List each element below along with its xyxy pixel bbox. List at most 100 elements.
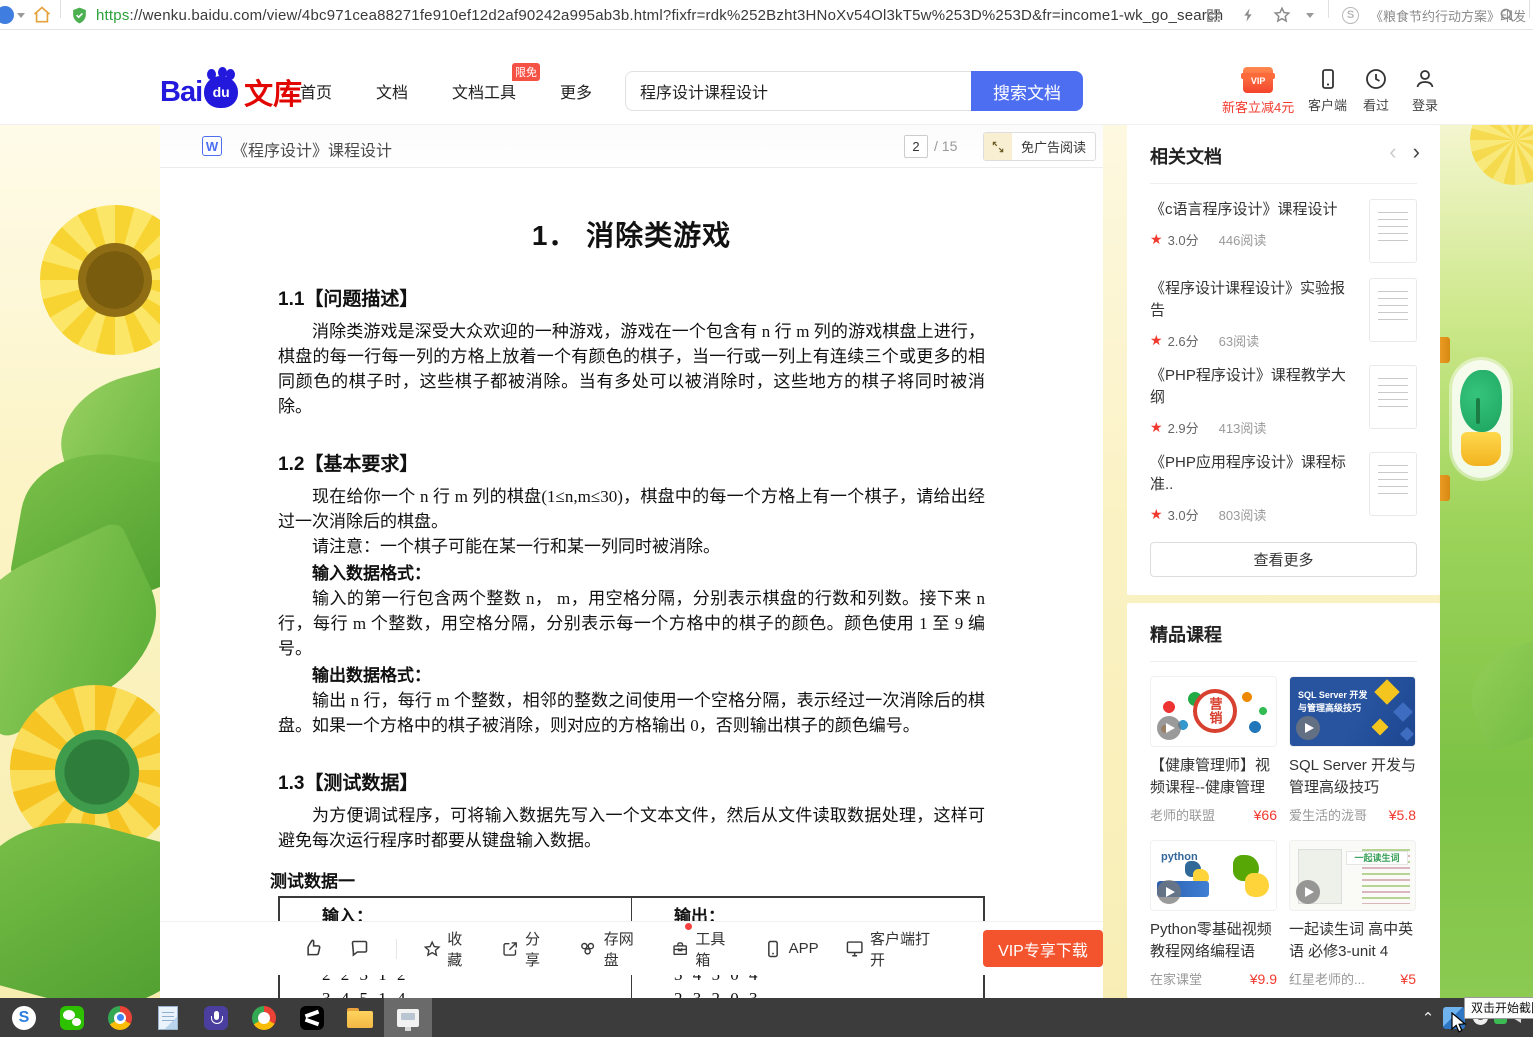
course-card[interactable]: 营销 【健康管理师】视频课程--健康管理概论 老师的联盟 ¥66 (1150, 676, 1277, 824)
nav-more[interactable]: 更多 (560, 79, 592, 103)
nav-home[interactable]: 首页 (300, 79, 332, 103)
divider (1529, 0, 1530, 18)
rating-star-icon: ★ (1150, 506, 1163, 523)
nav-doc-tools[interactable]: 文档工具 限免 (452, 79, 516, 103)
baidu-paw-icon: du (204, 76, 238, 108)
doc-paragraph: 输出 n 行，每行 m 个整数，相邻的整数之间使用一个空格分隔，表示经过一次消除… (278, 688, 985, 738)
view-more-button[interactable]: 查看更多 (1150, 542, 1417, 577)
taskbar-voice-app[interactable] (192, 998, 240, 1037)
chevron-right-icon[interactable]: › (1413, 139, 1420, 164)
search-input[interactable] (625, 71, 971, 111)
tab-caret-icon[interactable] (17, 0, 25, 30)
star-icon (423, 939, 441, 959)
taskbar-file-explorer[interactable] (336, 998, 384, 1037)
related-doc-item[interactable]: 《c语言程序设计》课程设计 ★ 3.0分 446阅读 (1150, 199, 1417, 263)
page-number-input[interactable]: 2 (904, 135, 928, 158)
doc-section-1-1: 1.1【问题描述】 (278, 284, 985, 311)
course-card[interactable]: python Python零基础视频教程网络编程语言... 在家课堂 ¥9.9 (1150, 840, 1277, 988)
notepad-icon (158, 1006, 178, 1030)
divider (1150, 661, 1417, 662)
capcut-icon (300, 1006, 324, 1030)
search-magnifier-icon[interactable] (1498, 0, 1516, 30)
course-thumbnail-python: python (1150, 840, 1277, 911)
pipe-illustration (1440, 337, 1450, 363)
like-button[interactable] (302, 938, 323, 959)
doc-search: 搜索文档 (625, 71, 1083, 111)
bookmark-star-icon[interactable] (1273, 0, 1291, 30)
search-button[interactable]: 搜索文档 (971, 71, 1083, 111)
browser-icon (252, 1006, 276, 1030)
course-card[interactable]: 一起读生词 一起读生词 高中英语 必修3-unit 4 红星老师的... ¥5 (1289, 840, 1416, 988)
taskbar-wechat[interactable] (48, 998, 96, 1037)
vip-download-button[interactable]: VIP专享下载 (983, 930, 1103, 967)
chevron-left-icon[interactable]: ‹ (1389, 139, 1396, 164)
history-entry[interactable]: 看过 (1363, 67, 1389, 114)
taskbar-capcut[interactable] (288, 998, 336, 1037)
document-toolbar: 收藏 分享 存网盘 工具箱 APP 客户端打开 VIP专享下载 (160, 921, 1103, 975)
tray-chevron-up-icon[interactable]: ⌃ (1413, 1009, 1443, 1027)
taskbar-chrome[interactable] (96, 998, 144, 1037)
price: ¥66 (1254, 807, 1277, 823)
doc-thumbnail (1369, 278, 1417, 342)
login-entry[interactable]: 登录 (1412, 67, 1438, 114)
save-to-netdisk-button[interactable]: 存网盘 (578, 928, 645, 970)
taskbar-notepad[interactable] (144, 998, 192, 1037)
toolbox-button[interactable]: 工具箱 (671, 928, 737, 970)
document-page[interactable]: 1． 消除类游戏 1.1【问题描述】 消除类游戏是深受大众欢迎的一种游戏，游戏在… (160, 168, 1103, 998)
left-skin-illustration[interactable] (0, 125, 160, 998)
login-label: 登录 (1412, 95, 1438, 114)
doc-heading-1: 1． 消除类游戏 (278, 214, 985, 254)
comment-button[interactable] (349, 938, 370, 959)
play-icon (1157, 880, 1181, 904)
taskbar-browser-2[interactable] (240, 998, 288, 1037)
related-doc-item[interactable]: 《程序设计课程设计》实验报告 ★ 2.6分 63阅读 (1150, 278, 1417, 350)
related-doc-item[interactable]: 《PHP程序设计》课程教学大纲 ★ 2.9分 413阅读 (1150, 365, 1417, 437)
sogou-icon: S (12, 1006, 36, 1030)
new-user-promo[interactable]: VIP 新客立减4元 (1222, 67, 1294, 116)
tab-favicon (0, 0, 16, 30)
main-nav: 首页 文档 文档工具 限免 更多 (300, 79, 592, 103)
page-total: / 15 (934, 138, 957, 154)
taskbar-sogou-browser[interactable]: S (0, 998, 48, 1037)
price: ¥9.9 (1250, 971, 1277, 987)
netdisk-icon (578, 938, 597, 959)
flash-icon[interactable] (1241, 0, 1257, 30)
related-docs-card: 相关文档 ‹ › 《c语言程序设计》课程设计 ★ 3.0分 446阅读 《程序设… (1127, 125, 1440, 595)
right-skin-illustration[interactable] (1440, 125, 1533, 998)
wechat-icon (60, 1006, 84, 1030)
site-security-shield-icon[interactable] (70, 0, 89, 30)
divider (1328, 0, 1329, 18)
related-doc-item[interactable]: 《PHP应用程序设计》课程标准.. ★ 3.0分 803阅读 (1150, 452, 1417, 524)
doc-paragraph: 消除类游戏是深受大众欢迎的一种游戏，游戏在一个包含有 n 行 m 列的游戏棋盘上… (278, 319, 985, 419)
document-viewer-panel: W 《程序设计》课程设计 2 / 15 免广告阅读 1． 消除类游戏 1.1【问… (160, 125, 1103, 998)
toolbox-icon (671, 939, 689, 959)
doc-paragraph: 请注意：一个棋子可能在某一行和某一列同时被消除。 (278, 534, 985, 559)
qr-code-icon[interactable] (1205, 0, 1222, 30)
client-label: 客户端 (1308, 95, 1347, 114)
history-label: 看过 (1363, 95, 1389, 114)
nav-docs[interactable]: 文档 (376, 79, 408, 103)
logo-wenku: 文库 (244, 71, 302, 113)
share-button[interactable]: 分享 (501, 928, 553, 970)
home-icon[interactable] (32, 0, 52, 30)
test-data-caption: 测试数据一 (270, 867, 985, 892)
client-entry[interactable]: 客户端 (1308, 67, 1347, 114)
favorite-button[interactable]: 收藏 (423, 928, 475, 970)
open-in-client-button[interactable]: 客户端打开 (845, 928, 939, 970)
app-button[interactable]: APP (763, 939, 819, 959)
play-icon (1296, 880, 1320, 904)
word-doc-icon: W (202, 136, 222, 156)
baidu-wenku-logo[interactable]: Bai du 文库 (160, 71, 302, 113)
doc-input-format-label: 输入数据格式： (278, 561, 985, 586)
ad-free-reading-button[interactable]: 免广告阅读 (983, 132, 1096, 161)
course-thumbnail-sqlserver: SQL Server 开发与管理高级技巧 (1289, 676, 1416, 747)
course-card[interactable]: SQL Server 开发与管理高级技巧 SQL Server 开发与管理高级技… (1289, 676, 1416, 824)
microphone-icon (204, 1006, 228, 1030)
taskbar-active-screenshot-app[interactable] (384, 998, 432, 1037)
url-bar[interactable]: https://wenku.baidu.com/view/4bc971cea88… (96, 0, 1223, 30)
course-thumbnail-marketing: 营销 (1150, 676, 1277, 747)
clock-icon (1364, 67, 1388, 91)
carousel-arrows: ‹ › (1389, 139, 1420, 165)
bookmark-caret-icon[interactable] (1306, 0, 1314, 30)
browser-chrome: https://wenku.baidu.com/view/4bc971cea88… (0, 0, 1533, 30)
